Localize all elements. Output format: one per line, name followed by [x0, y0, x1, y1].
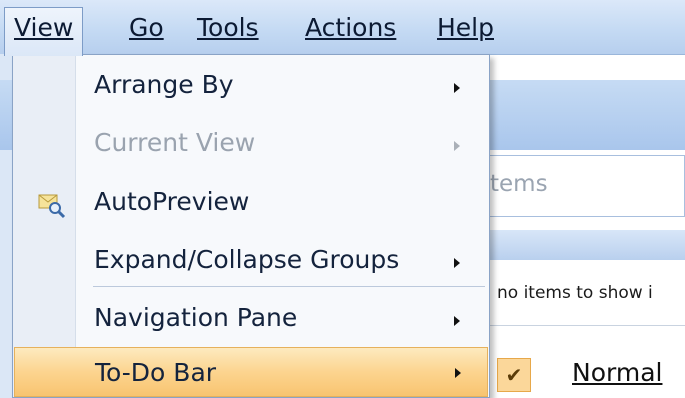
menu-item-expand-collapse-groups-label: Expand/Collapse Groups [94, 245, 400, 274]
menu-view-label: View [14, 13, 74, 42]
menu-tools[interactable]: Tools [187, 8, 269, 48]
empty-list-message: no items to show i [497, 283, 653, 303]
menu-item-to-do-bar[interactable]: To-Do Bar [14, 347, 488, 397]
menu-tools-label: Tools [197, 13, 259, 42]
menu-item-autopreview[interactable]: AutoPreview [15, 177, 487, 233]
menu-item-arrange-by[interactable]: Arrange By [15, 60, 487, 116]
menu-view[interactable]: View [4, 7, 84, 56]
menu-item-expand-collapse-groups[interactable]: Expand/Collapse Groups [15, 235, 487, 291]
search-placeholder: tems [490, 171, 548, 197]
column-header-strip [480, 230, 685, 260]
menu-actions[interactable]: Actions [295, 8, 406, 48]
submenu-arrow-icon [454, 141, 460, 151]
submenu-arrow-icon [454, 258, 460, 268]
menu-item-to-do-bar-label: To-Do Bar [95, 358, 217, 387]
checkmark-icon: ✔ [497, 358, 531, 392]
menu-item-autopreview-label: AutoPreview [94, 187, 250, 216]
submenu-arrow-icon [454, 316, 460, 326]
menu-item-navigation-pane-label: Navigation Pane [94, 303, 298, 332]
menu-help-label: Help [437, 13, 494, 42]
menu-separator [93, 286, 485, 287]
view-dropdown-menu: Arrange By Current View AutoPreview Expa… [12, 54, 490, 398]
autopreview-icon [38, 194, 66, 219]
menu-item-arrange-by-label: Arrange By [94, 70, 234, 99]
menu-actions-label: Actions [305, 13, 397, 42]
list-divider [490, 325, 685, 326]
menu-go[interactable]: Go [119, 8, 174, 48]
menu-help[interactable]: Help [427, 8, 504, 48]
submenu-item-normal-label: Normal [572, 358, 663, 387]
menu-item-current-view-label: Current View [94, 128, 256, 157]
menu-go-label: Go [129, 13, 164, 42]
menu-item-current-view: Current View [15, 118, 487, 174]
submenu-arrow-icon [455, 368, 461, 378]
menu-bar: View Go Tools Actions Help [0, 0, 685, 56]
menu-item-navigation-pane[interactable]: Navigation Pane [15, 293, 487, 349]
submenu-arrow-icon [454, 83, 460, 93]
